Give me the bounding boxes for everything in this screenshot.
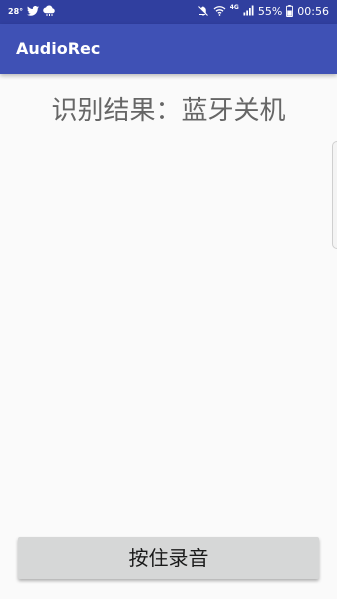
hold-to-record-button[interactable]: 按住录音 bbox=[18, 537, 319, 579]
status-left-group: 28° bbox=[8, 4, 55, 20]
network-type-label: 4G bbox=[229, 4, 239, 11]
status-bar: 28° 4G 55% 00:56 bbox=[0, 0, 337, 24]
status-clock: 00:56 bbox=[297, 5, 329, 18]
mute-icon bbox=[197, 5, 209, 20]
edge-panel-handle[interactable] bbox=[332, 141, 337, 249]
signal-icon bbox=[243, 5, 254, 19]
battery-percent: 55% bbox=[257, 5, 283, 18]
wifi-icon bbox=[213, 5, 226, 19]
app-screen: 28° 4G 55% 00:56 AudioRec 识别结果：蓝牙关机 按住录音 bbox=[0, 0, 337, 599]
cloud-rain-icon bbox=[43, 5, 55, 19]
weather-temperature: 28° bbox=[8, 7, 24, 16]
app-toolbar: AudioRec bbox=[0, 24, 337, 74]
status-right-group: 4G 55% 00:56 bbox=[197, 4, 329, 20]
battery-icon bbox=[286, 4, 294, 20]
app-title: AudioRec bbox=[16, 39, 101, 58]
twitter-icon bbox=[27, 5, 40, 19]
recognition-result-text: 识别结果：蓝牙关机 bbox=[51, 96, 286, 126]
